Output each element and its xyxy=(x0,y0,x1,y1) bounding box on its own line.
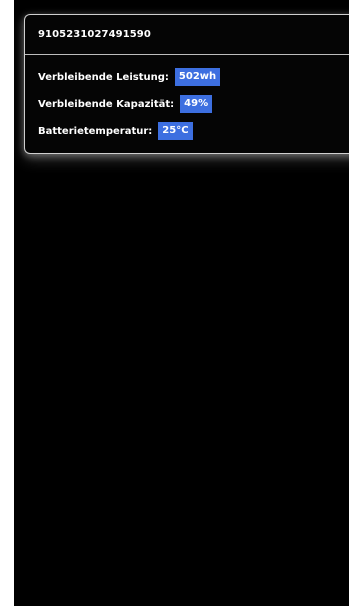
stat-label-battery-temperature: Batterietemperatur: xyxy=(38,125,153,137)
stat-value-remaining-energy: 502wh xyxy=(174,68,221,86)
battery-info-card[interactable]: 9105231027491590 Verbleibende Leistung: … xyxy=(24,14,349,154)
stat-label-remaining-energy: Verbleibende Leistung: xyxy=(38,71,169,83)
stat-row-battery-temperature: Batterietemperatur: 25°C xyxy=(38,121,349,141)
stat-label-remaining-capacity: Verbleibende Kapazität: xyxy=(38,98,175,110)
stat-value-remaining-capacity: 49% xyxy=(180,95,213,113)
stat-value-battery-temperature: 25°C xyxy=(158,122,193,140)
device-serial-number: 9105231027491590 xyxy=(38,29,151,40)
stat-row-remaining-energy: Verbleibende Leistung: 502wh xyxy=(38,67,349,87)
app-screen: 9105231027491590 Verbleibende Leistung: … xyxy=(14,0,349,606)
stat-row-remaining-capacity: Verbleibende Kapazität: 49% xyxy=(38,94,349,114)
battery-stats-list: Verbleibende Leistung: 502wh Verbleibend… xyxy=(25,55,349,141)
card-header: 9105231027491590 xyxy=(25,15,349,55)
